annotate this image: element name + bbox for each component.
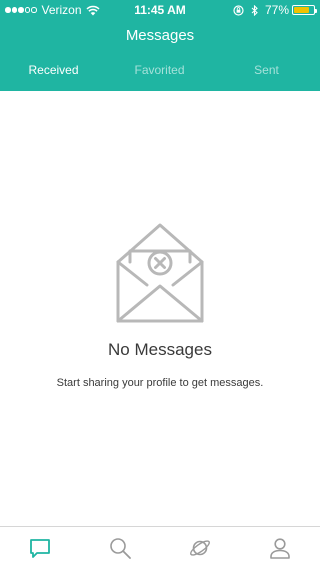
messages-tab-button[interactable] xyxy=(28,536,52,560)
message-tabs: Received Favorited Sent xyxy=(0,63,320,85)
status-bar: Verizon 11:45 AM 77% xyxy=(0,0,320,20)
bottom-tab-bar xyxy=(0,526,320,568)
battery-icon xyxy=(292,5,317,15)
envelope-x-icon xyxy=(116,223,204,323)
app-header: Verizon 11:45 AM 77% Messages Received F… xyxy=(0,0,320,91)
bluetooth-icon xyxy=(251,4,258,16)
battery-fill xyxy=(294,7,309,13)
profile-tab-button[interactable] xyxy=(268,536,292,560)
battery-percentage: 77% xyxy=(264,3,289,17)
empty-state-title: No Messages xyxy=(108,340,212,359)
search-tab-button[interactable] xyxy=(108,536,132,560)
tab-sent[interactable]: Sent xyxy=(213,63,320,77)
tab-favorited[interactable]: Favorited xyxy=(106,63,213,77)
planet-icon xyxy=(190,540,210,556)
tab-received[interactable]: Received xyxy=(0,63,107,77)
empty-state-subtitle: Start sharing your profile to get messag… xyxy=(56,377,264,389)
orientation-lock-icon xyxy=(233,4,244,16)
page-title: Messages xyxy=(125,27,195,44)
chat-bubble-icon xyxy=(30,539,50,558)
profile-icon xyxy=(270,538,290,559)
explore-tab-button[interactable] xyxy=(188,536,212,560)
status-right: 77% xyxy=(233,3,317,17)
search-icon xyxy=(110,538,131,559)
